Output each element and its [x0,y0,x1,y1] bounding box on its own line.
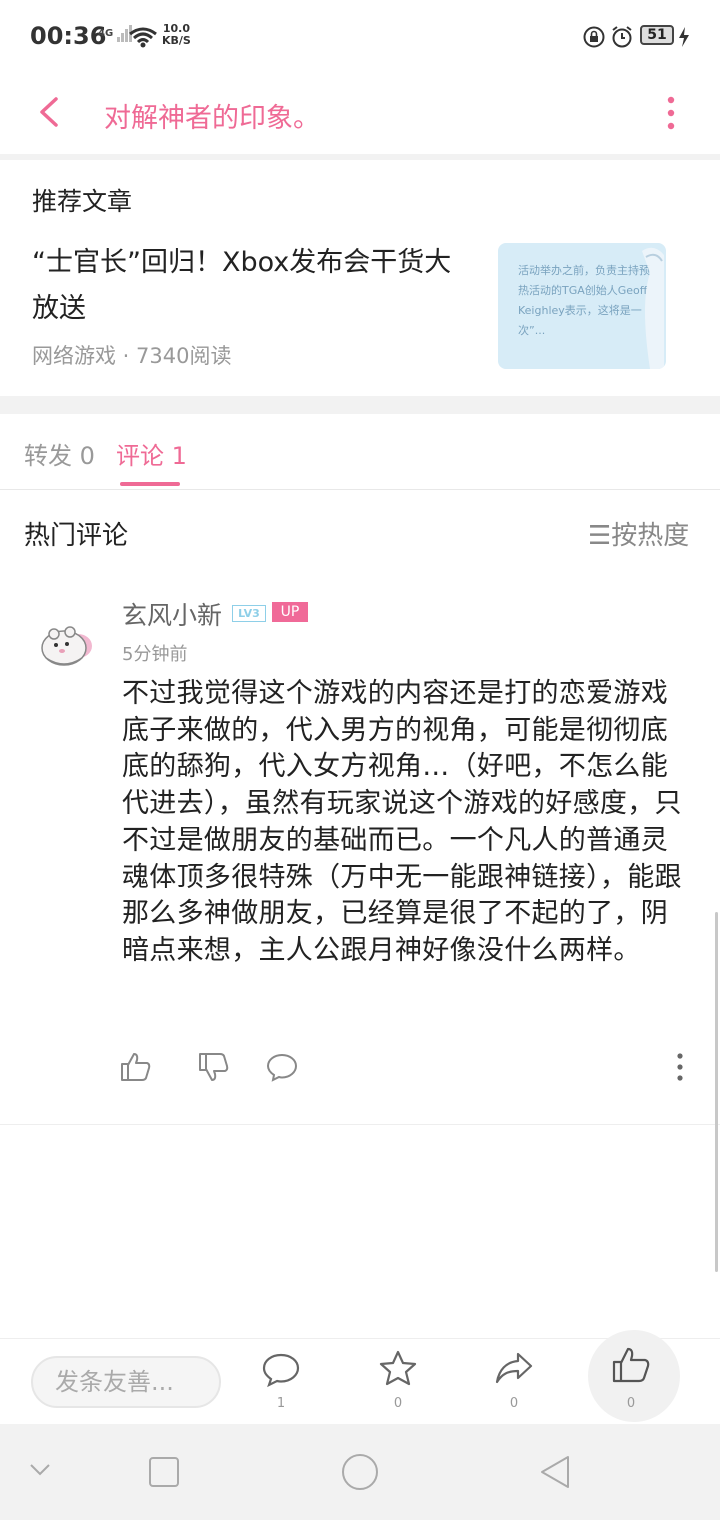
share-count: 0 [509,1396,519,1411]
comment-count: 1 [276,1396,286,1411]
wifi-icon [129,27,157,48]
hamster-avatar-icon [41,626,92,666]
recommended-article-thumbnail[interactable]: 活动举办之前，负责主持预热活动的TGA创始人Geoff Keighley表示，这… [498,243,666,369]
like-count: 0 [626,1396,636,1411]
charging-icon [679,27,689,47]
speed-unit: KB/S [162,34,191,47]
network-label: 4G [98,28,114,39]
hot-comments-heading: 热门评论 [24,521,129,551]
network-speed: 10.0 KB/S [162,23,191,47]
recommended-article-title[interactable]: “士官长”回归！Xbox发布会干货大放送 [32,240,472,332]
comment-username[interactable]: 玄风小新 [122,596,222,632]
home-icon[interactable] [341,1453,379,1491]
thumbnail-caption: 活动举办之前，负责主持预热活动的TGA创始人Geoff Keighley表示，这… [518,264,650,337]
header-divider [0,154,720,160]
tab-comments[interactable]: 评论 1 [116,436,187,471]
up-badge: UP [272,602,308,622]
scrollbar[interactable] [715,912,718,1272]
reply-bubble-icon[interactable] [266,1052,298,1082]
thumbs-down-icon[interactable] [198,1052,230,1082]
comment-divider [0,1124,720,1125]
star-icon[interactable] [378,1349,418,1387]
comment-body: 不过我觉得这个游戏的内容还是打的恋爱游戏底子来做的，代入男方的视角，可能是彻彻底… [122,678,682,966]
thumbnail-figure-icon [642,247,664,369]
alarm-icon [612,26,632,48]
back-triangle-icon[interactable] [538,1454,572,1490]
battery-indicator: 51 [640,25,674,45]
status-bar: 00:36 4G 10.0 KB/S 51 [0,0,720,72]
chevron-left-icon[interactable] [36,96,62,128]
level-badge: LV3 [232,605,266,622]
comment-input[interactable]: 发条友善... [31,1356,221,1408]
status-time: 00:36 [30,22,107,50]
comment-time: 5分钟前 [122,644,188,665]
comment-bubble-icon[interactable] [261,1352,301,1388]
recommended-heading: 推荐文章 [32,187,133,216]
avatar[interactable] [34,612,98,676]
tabs-divider [0,489,720,490]
sort-by-heat-button[interactable]: ☰按热度 [588,515,689,552]
section-gap [0,396,720,414]
favorite-count: 0 [393,1396,403,1411]
vertical-dots-icon[interactable] [664,96,678,130]
lock-rotation-icon [583,26,605,48]
active-tab-indicator [120,482,180,486]
recent-apps-icon[interactable] [148,1456,180,1488]
page-title: 对解神者的印象。 [104,103,320,134]
share-icon[interactable] [494,1350,534,1386]
chevron-down-icon[interactable] [28,1462,52,1478]
thumbs-up-icon[interactable] [120,1052,152,1082]
tab-forward[interactable]: 转发 0 [24,436,95,471]
comment-more-icon[interactable] [670,1050,690,1084]
thumbs-up-icon [612,1347,650,1383]
recommended-article-meta: 网络游戏 · 7340阅读 [32,344,232,368]
